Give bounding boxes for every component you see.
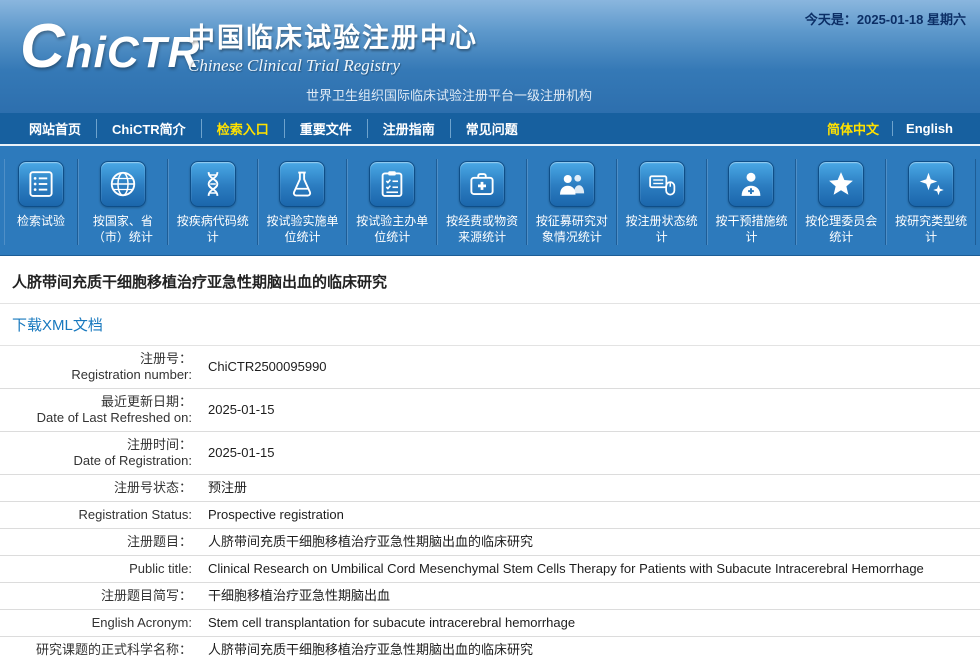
toolbar-item-label: 按研究类型统计 <box>890 213 972 245</box>
language-switcher: 简体中文 English <box>814 119 966 138</box>
toolbar-item-stats-by-region[interactable]: 按国家、省（市）统计 <box>78 159 168 245</box>
row-label-cn: 注册时间： <box>8 437 192 453</box>
row-label-cn: 注册号： <box>8 351 192 367</box>
row-label: 最近更新日期： Date of Last Refreshed on: <box>0 389 200 432</box>
nav-item-about[interactable]: ChiCTR简介 <box>96 119 201 138</box>
site-titles: 中国临床试验注册中心 Chinese Clinical Trial Regist… <box>188 16 592 104</box>
numbered-list-icon <box>18 161 64 207</box>
row-label-en: Registration number: <box>8 367 192 383</box>
site-title-chinese: 中国临床试验注册中心 <box>188 16 592 55</box>
row-label: 注册题目： <box>0 529 200 556</box>
dna-icon <box>190 161 236 207</box>
table-row-scientific-title-cn: 研究课题的正式科学名称： 人脐带间充质干细胞移植治疗亚急性期脑出血的临床研究 <box>0 637 980 664</box>
toolbar-item-stats-by-funding-source[interactable]: 按经费或物资来源统计 <box>437 159 527 245</box>
main-nav: 网站首页 ChiCTR简介 检索入口 重要文件 注册指南 常见问题 简体中文 E… <box>0 113 980 144</box>
table-row-registration-status-en: Registration Status: Prospective registr… <box>0 502 980 529</box>
toolbar-item-label: 按干预措施统计 <box>711 213 793 245</box>
table-row-public-title-cn: 注册题目： 人脐带间充质干细胞移植治疗亚急性期脑出血的临床研究 <box>0 529 980 556</box>
globe-icon <box>100 161 146 207</box>
medical-kit-icon <box>459 161 505 207</box>
row-value: ChiCTR2500095990 <box>200 346 980 389</box>
toolbar-item-stats-by-disease-code[interactable]: 按疾病代码统计 <box>168 159 258 245</box>
row-value: 2025-01-15 <box>200 389 980 432</box>
row-value: 预注册 <box>200 475 980 502</box>
table-row-public-title-en: Public title: Clinical Research on Umbil… <box>0 556 980 583</box>
row-label: Registration Status: <box>0 502 200 529</box>
download-row: 下载XML文档 <box>0 304 980 346</box>
row-value: Prospective registration <box>200 502 980 529</box>
toolbar-item-label: 按试验主办单位统计 <box>351 213 433 245</box>
nav-item-important-documents[interactable]: 重要文件 <box>284 119 367 138</box>
lang-english[interactable]: English <box>892 121 966 136</box>
table-row-last-refreshed: 最近更新日期： Date of Last Refreshed on: 2025-… <box>0 389 980 432</box>
table-row-date-of-registration: 注册时间： Date of Registration: 2025-01-15 <box>0 432 980 475</box>
toolbar-item-stats-by-study-type[interactable]: 按研究类型统计 <box>886 159 976 245</box>
toolbar-item-label: 按疾病代码统计 <box>172 213 254 245</box>
keyboard-mouse-icon <box>639 161 685 207</box>
row-label: 注册时间： Date of Registration: <box>0 432 200 475</box>
row-value: 人脐带间充质干细胞移植治疗亚急性期脑出血的临床研究 <box>200 637 980 664</box>
clipboard-check-icon <box>369 161 415 207</box>
toolbar-item-stats-by-recruitment-status[interactable]: 按征募研究对象情况统计 <box>527 159 617 245</box>
toolbar-item-label: 检索试验 <box>17 213 65 229</box>
row-label-en: Date of Last Refreshed on: <box>8 410 192 426</box>
toolbar-item-label: 按伦理委员会统计 <box>800 213 882 245</box>
registration-info-table: 注册号： Registration number: ChiCTR25000959… <box>0 346 980 663</box>
toolbar-item-stats-by-intervention[interactable]: 按干预措施统计 <box>707 159 797 245</box>
row-label: Public title: <box>0 556 200 583</box>
toolbar-item-label: 按试验实施单位统计 <box>262 213 344 245</box>
row-label: 研究课题的正式科学名称： <box>0 637 200 664</box>
date-display: 今天是：2025-01-18 星期六 <box>805 9 966 28</box>
star-icon <box>818 161 864 207</box>
main-content: 人脐带间充质干细胞移植治疗亚急性期脑出血的临床研究 下载XML文档 注册号： R… <box>0 256 980 663</box>
lang-simplified-chinese[interactable]: 简体中文 <box>814 119 892 138</box>
toolbar-item-label: 按注册状态统计 <box>621 213 703 245</box>
row-value: 2025-01-15 <box>200 432 980 475</box>
toolbar-item-stats-by-sponsor-unit[interactable]: 按试验主办单位统计 <box>347 159 437 245</box>
table-row-registration-number: 注册号： Registration number: ChiCTR25000959… <box>0 346 980 389</box>
row-value: Clinical Research on Umbilical Cord Mese… <box>200 556 980 583</box>
site-subtitle: 世界卫生组织国际临床试验注册平台一级注册机构 <box>188 85 592 104</box>
toolbar-item-stats-by-implementing-unit[interactable]: 按试验实施单位统计 <box>258 159 348 245</box>
row-label: 注册号： Registration number: <box>0 346 200 389</box>
page-title: 人脐带间充质干细胞移植治疗亚急性期脑出血的临床研究 <box>0 256 980 304</box>
logo-text: ChiCTR <box>20 16 200 78</box>
row-value: Stem cell transplantation for subacute i… <box>200 610 980 637</box>
row-label-cn: 最近更新日期： <box>8 394 192 410</box>
row-label: 注册号状态： <box>0 475 200 502</box>
flask-icon <box>279 161 325 207</box>
row-label: English Acronym: <box>0 610 200 637</box>
toolbar-item-label: 按征募研究对象情况统计 <box>531 213 613 245</box>
nav-item-search-entry[interactable]: 检索入口 <box>201 119 284 138</box>
site-title-english: Chinese Clinical Trial Registry <box>188 56 592 76</box>
doctor-icon <box>728 161 774 207</box>
table-row-acronym-en: English Acronym: Stem cell transplantati… <box>0 610 980 637</box>
sparkles-icon <box>908 161 954 207</box>
nav-item-faq[interactable]: 常见问题 <box>450 119 533 138</box>
toolbar-item-search-trials[interactable]: 检索试验 <box>4 159 78 245</box>
statistics-toolbar: 检索试验 按国家、省（市）统计 按疾病代码统计 <box>0 144 980 256</box>
toolbar-item-label: 按国家、省（市）统计 <box>82 213 164 245</box>
nav-item-registration-guide[interactable]: 注册指南 <box>367 119 450 138</box>
row-value: 干细胞移植治疗亚急性期脑出血 <box>200 583 980 610</box>
table-row-registration-status-cn: 注册号状态： 预注册 <box>0 475 980 502</box>
download-xml-link[interactable]: 下载XML文档 <box>12 317 103 334</box>
table-row-acronym-cn: 注册题目简写： 干细胞移植治疗亚急性期脑出血 <box>0 583 980 610</box>
row-label: 注册题目简写： <box>0 583 200 610</box>
toolbar-item-stats-by-ethics-committee[interactable]: 按伦理委员会统计 <box>796 159 886 245</box>
toolbar-item-label: 按经费或物资来源统计 <box>441 213 523 245</box>
chictr-logo[interactable]: ChiCTR <box>20 16 200 78</box>
site-header: 今天是：2025-01-18 星期六 ChiCTR 中国临床试验注册中心 Chi… <box>0 0 980 113</box>
people-icon <box>549 161 595 207</box>
row-label-en: Date of Registration: <box>8 453 192 469</box>
row-value: 人脐带间充质干细胞移植治疗亚急性期脑出血的临床研究 <box>200 529 980 556</box>
nav-item-home[interactable]: 网站首页 <box>14 119 96 138</box>
toolbar-item-stats-by-registration-status[interactable]: 按注册状态统计 <box>617 159 707 245</box>
